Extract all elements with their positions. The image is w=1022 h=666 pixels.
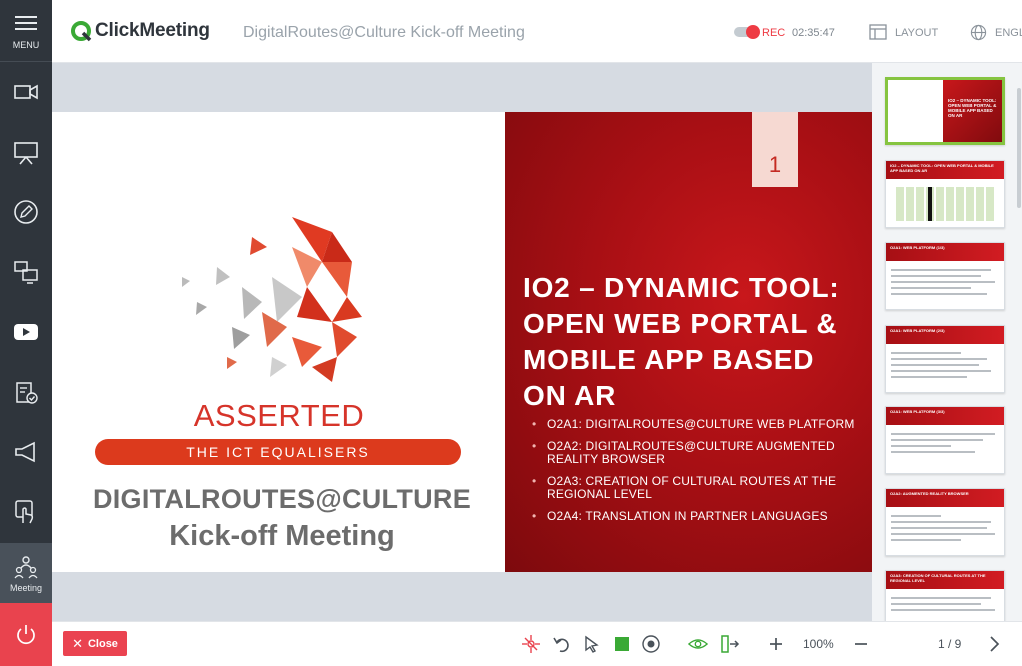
left-rail: MENU Meeting (0, 0, 52, 666)
eye-icon (688, 639, 708, 649)
slide-bullet: O2A3: CREATION OF CULTURAL ROUTES AT THE… (532, 475, 862, 501)
screen-share-button[interactable] (0, 242, 52, 302)
laser-pointer-icon (522, 635, 540, 653)
layout-button[interactable]: LAYOUT (895, 27, 938, 39)
menu-button[interactable]: MENU (0, 0, 52, 62)
thumbnail-title: IO2 – DYNAMIC TOOL: OPEN WEB PORTAL & MO… (948, 98, 997, 118)
video-button[interactable] (0, 302, 52, 362)
thumbnail-title: O2A1: WEB PLATFORM (2/3) (890, 328, 945, 333)
zoom-out-button[interactable] (851, 634, 871, 654)
presentation-button[interactable] (0, 122, 52, 182)
slide-bullet: O2A2: DIGITALROUTES@CULTURE AUGMENTED RE… (532, 440, 862, 466)
language-button[interactable]: ENGL (995, 27, 1022, 39)
thumbnail-title: O2A2: AUGMENTED REALITY BROWSER (890, 491, 969, 496)
slide-thumbnail[interactable]: O2A1: WEB PLATFORM (1/3) (885, 242, 1005, 310)
chevron-right-icon (990, 636, 1000, 652)
top-bar: ClickMeeting DigitalRoutes@Culture Kick-… (52, 0, 1022, 63)
announcement-button[interactable] (0, 422, 52, 482)
exit-slide-button[interactable] (720, 634, 740, 654)
camera-button[interactable] (0, 62, 52, 122)
close-label: Close (87, 637, 118, 650)
pencil-icon (14, 200, 38, 224)
page-indicator: 1 / 9 (938, 637, 962, 651)
project-subtitle: Kick-off Meeting (169, 520, 395, 552)
touch-icon (15, 500, 34, 524)
video-play-icon (14, 324, 38, 340)
current-slide: ASSERTED KNOWLEDGE THE ICT EQUALISERS DI… (52, 112, 872, 572)
visibility-button[interactable] (688, 634, 708, 654)
slide-thumbnail[interactable]: O2A2: AUGMENTED REALITY BROWSER (885, 488, 1005, 556)
menu-label: MENU (12, 40, 40, 50)
interaction-button[interactable] (0, 482, 52, 542)
exit-icon (721, 635, 740, 653)
presentation-icon (14, 142, 38, 165)
thumbnail-title: IO2 – DYNAMIC TOOL: OPEN WEB PORTAL & MO… (890, 163, 994, 173)
color-swatch-icon (615, 637, 629, 651)
plus-icon (770, 638, 782, 650)
project-name: DIGITALROUTES@CULTURE (92, 484, 472, 514)
slide-thumbnail[interactable]: IO2 – DYNAMIC TOOL: OPEN WEB PORTAL & MO… (885, 160, 1005, 228)
laser-pointer-button[interactable] (521, 634, 541, 654)
undo-icon (553, 637, 569, 653)
polls-button[interactable] (0, 362, 52, 422)
clipboard-check-icon (16, 382, 38, 404)
slide-bullet: O2A1: DIGITALROUTES@CULTURE WEB PLATFORM (532, 418, 862, 432)
polygon-head-graphic (182, 217, 362, 382)
slide-heading: IO2 – DYNAMIC TOOL: OPEN WEB PORTAL & MO… (523, 272, 840, 411)
zoom-level: 100% (803, 637, 834, 651)
slide-thumbnail[interactable]: O2A1: WEB PLATFORM (2/3) (885, 325, 1005, 393)
thumbnail-scrollbar[interactable] (1017, 88, 1021, 208)
presentation-stage: ASSERTED KNOWLEDGE THE ICT EQUALISERS DI… (52, 63, 872, 621)
meeting-button[interactable]: Meeting (0, 543, 52, 603)
thumbnail-title: O2A1: WEB PLATFORM (1/3) (890, 245, 945, 250)
thumbnail-title: O2A3: CREATION OF CULTURAL ROUTES AT THE… (890, 573, 986, 583)
recording-timer: 02:35:47 (792, 27, 835, 39)
end-meeting-button[interactable] (0, 603, 52, 666)
logo-text: ClickMeeting (95, 20, 210, 41)
slide-number: 1 (768, 152, 782, 177)
whiteboard-button[interactable] (0, 182, 52, 242)
slide-bullet: O2A4: TRANSLATION IN PARTNER LANGUAGES (532, 510, 862, 524)
brush-size-icon (642, 635, 660, 653)
color-picker-button[interactable] (612, 634, 632, 654)
camera-icon (14, 84, 38, 100)
clickmeeting-logo: ClickMeeting (70, 20, 210, 42)
screen-share-icon (14, 261, 38, 284)
minus-icon (855, 643, 867, 645)
megaphone-icon (15, 441, 35, 463)
slide-bullet-list: O2A1: DIGITALROUTES@CULTURE WEB PLATFORM… (532, 418, 862, 532)
thumbnail-title: O2A1: WEB PLATFORM (3/3) (890, 409, 945, 414)
globe-icon[interactable] (970, 24, 987, 41)
slide-thumbnail[interactable]: O2A1: WEB PLATFORM (3/3) (885, 406, 1005, 474)
slide-thumbnail[interactable]: O2A3: CREATION OF CULTURAL ROUTES AT THE… (885, 570, 1005, 621)
recording-label: REC (762, 27, 786, 39)
slide-thumbnail-list: IO2 – DYNAMIC TOOL: OPEN WEB PORTAL & MO… (872, 63, 1022, 621)
brush-size-button[interactable] (641, 634, 661, 654)
recording-toggle-knob[interactable] (746, 25, 760, 39)
zoom-in-button[interactable] (766, 634, 786, 654)
power-icon (17, 624, 35, 644)
meeting-title: DigitalRoutes@Culture Kick-off Meeting (243, 24, 525, 41)
next-slide-button[interactable] (984, 634, 1004, 654)
brand-tagline: THE ICT EQUALISERS (186, 444, 370, 460)
attendees-icon (14, 555, 38, 578)
logo-mark-icon (71, 21, 92, 42)
layout-icon[interactable] (869, 24, 887, 40)
slide-thumbnail[interactable]: IO2 – DYNAMIC TOOL: OPEN WEB PORTAL & MO… (885, 77, 1005, 145)
undo-button[interactable] (552, 634, 572, 654)
close-icon: ✕ (72, 635, 83, 651)
hamburger-icon (15, 16, 37, 30)
bottom-toolbar: ✕ Close 100% 1 / 9 (52, 621, 1022, 666)
close-presentation-button[interactable]: ✕ Close (63, 631, 127, 656)
cursor-icon (585, 635, 599, 653)
meeting-label: Meeting (9, 582, 43, 593)
select-pointer-button[interactable] (582, 634, 602, 654)
